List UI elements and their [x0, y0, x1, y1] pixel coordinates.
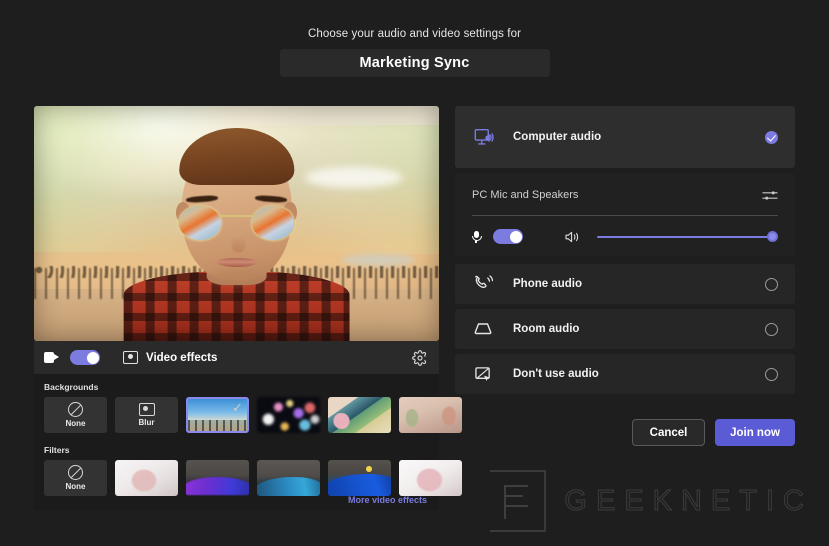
none-icon [68, 465, 83, 480]
gear-icon[interactable] [412, 349, 428, 366]
camera-toggle[interactable] [70, 350, 100, 365]
participant-sunglasses-right [250, 204, 296, 241]
backgrounds-thumbnail-row: None Blur ✓ [44, 397, 462, 433]
video-preview[interactable] [34, 106, 439, 341]
header-subtitle: Choose your audio and video settings for [307, 28, 522, 40]
audio-option-label: Room audio [513, 323, 580, 335]
prejoin-main: Video effects Backgrounds None Blur ✓ Fi… [0, 106, 829, 546]
audio-option-row: Don't use audio [455, 354, 795, 394]
check-icon: ✓ [232, 400, 243, 415]
participant-sunglasses-left [177, 204, 223, 241]
filter-option-blue[interactable] [328, 460, 391, 496]
audio-device-controls [472, 229, 778, 244]
video-effects-panel: Backgrounds None Blur ✓ Filters None Mor… [34, 374, 462, 510]
blur-icon [138, 403, 155, 416]
audio-option-radio[interactable] [765, 277, 778, 291]
audio-option-label: Don't use audio [513, 368, 599, 380]
microphone-toggle[interactable] [493, 229, 523, 244]
video-effects-icon [123, 351, 138, 364]
meeting-title-container: Marketing Sync [279, 49, 550, 77]
participant-nose [232, 235, 245, 252]
microphone-toggle-knob [509, 230, 522, 243]
phone-audio-icon [472, 274, 494, 294]
meeting-title: Marketing Sync [359, 55, 470, 71]
participant-sunglasses-bridge [220, 215, 253, 218]
speaker-icon [565, 231, 580, 243]
audio-option-radio[interactable] [765, 367, 778, 381]
filters-thumbnail-row: None [44, 460, 462, 496]
dialog-actions: Cancel Join now [455, 419, 795, 446]
audio-device-divider [472, 215, 778, 216]
microphone-icon [472, 230, 482, 243]
background-option-beach[interactable]: ✓ [186, 397, 249, 433]
filter-option-purple[interactable] [186, 460, 249, 496]
video-effects-button[interactable]: Video effects [123, 351, 217, 364]
video-controls-bar: Video effects [34, 341, 439, 374]
filter-option-light-warm[interactable] [399, 460, 462, 496]
audio-device-card: PC Mic and Speakers [455, 173, 795, 256]
background-option-bokeh[interactable] [257, 397, 320, 433]
background-option-label: None [65, 419, 86, 428]
video-panel: Video effects Backgrounds None Blur ✓ Fi… [34, 106, 462, 510]
background-option-illustration[interactable] [328, 397, 391, 433]
join-now-button[interactable]: Join now [715, 419, 795, 446]
audio-device-header: PC Mic and Speakers [472, 185, 778, 205]
more-video-effects-link[interactable]: More video effects [348, 495, 427, 505]
dialog-header: Choose your audio and video settings for… [0, 0, 829, 77]
video-effects-label: Video effects [146, 351, 218, 364]
participant-chin [208, 270, 265, 285]
audio-option-no-audio[interactable]: Don't use audio [455, 354, 795, 394]
filters-section-title: Filters [44, 445, 70, 455]
volume-slider-track [597, 235, 778, 238]
audio-option-label: Phone audio [513, 278, 582, 290]
camera-toggle-knob [86, 351, 99, 364]
participant-hair [178, 128, 295, 185]
audio-option-radio[interactable] [765, 322, 778, 336]
audio-device-name: PC Mic and Speakers [472, 189, 579, 201]
filter-option-light[interactable] [115, 460, 178, 496]
none-icon [68, 402, 83, 417]
audio-option-row: Room audio [455, 309, 795, 349]
backgrounds-section-title: Backgrounds [44, 382, 99, 392]
audio-option-phone-audio[interactable]: Phone audio [455, 264, 795, 304]
room-audio-icon [472, 319, 494, 339]
background-option-label: Blur [138, 418, 155, 427]
background-option-blur[interactable]: Blur [115, 397, 178, 433]
audio-settings-sliders-icon[interactable] [762, 189, 778, 202]
audio-option-row: Phone audio [455, 264, 795, 304]
cancel-button[interactable]: Cancel [632, 419, 705, 446]
filter-option-label: None [65, 482, 86, 491]
audio-panel: Computer audio PC Mic and Speakers Phone… [455, 106, 795, 446]
volume-slider-knob[interactable] [767, 231, 778, 242]
audio-option-room-audio[interactable]: Room audio [455, 309, 795, 349]
audio-option-row: Computer audio [455, 106, 795, 168]
participant-mouth [216, 257, 257, 268]
background-option-room[interactable] [399, 397, 462, 433]
audio-option-label: Computer audio [513, 131, 602, 143]
volume-slider[interactable] [597, 231, 778, 243]
audio-option-computer-audio[interactable]: Computer audio [455, 106, 795, 168]
filter-option-none[interactable]: None [44, 460, 107, 496]
video-camera-icon [44, 352, 59, 363]
audio-option-radio[interactable] [765, 130, 778, 144]
no-audio-icon [472, 364, 494, 384]
participant-figure [34, 106, 439, 341]
background-option-none[interactable]: None [44, 397, 107, 433]
filter-option-teal[interactable] [257, 460, 320, 496]
computer-audio-icon [472, 127, 494, 147]
